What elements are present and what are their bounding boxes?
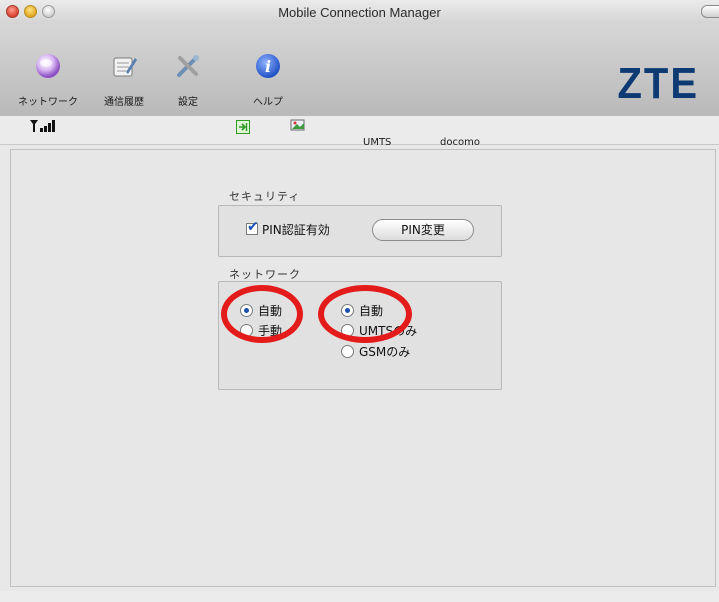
toolbar-network-label: ネットワーク [18,97,78,108]
toolbar-help-label: ヘルプ [253,97,283,108]
toolbar-history-label: 通信履歴 [104,97,144,108]
brand-logo: ZTE [617,60,699,108]
history-notepad-icon [113,57,137,77]
type-gsm-label: GSMのみ [359,345,411,359]
toolbar-settings-label: 設定 [178,97,198,108]
annotation-circle-type [318,285,412,343]
operator-label: docomo [440,137,480,148]
title-bar: Mobile Connection Manager [0,0,719,24]
pin-enabled-label: PIN認証有効 [262,223,330,237]
svg-text:i: i [265,57,271,76]
toolbar-network-button[interactable]: ネットワーク [0,24,96,116]
connect-icon [236,120,250,134]
checkmark-icon: ✔ [247,219,259,235]
annotation-circle-mode [221,285,303,343]
message-icon [290,119,305,131]
network-group-label: ネットワーク [229,268,301,281]
pin-change-button[interactable]: PIN変更 [372,219,474,241]
main-panel: セキュリティ ✔ PIN認証有効 PIN変更 ネットワーク 自動 手動 自動 U… [10,149,716,587]
toolbar: ネットワーク 通信履歴 設定 i ヘルプ ZTE [0,24,719,116]
security-groupbox: ✔ PIN認証有効 PIN変更 [218,205,502,257]
signal-strength-icon [30,120,55,132]
app-window: Mobile Connection Manager ネットワーク 通信履歴 設定… [0,0,719,602]
toolbar-toggle-button[interactable] [701,5,719,18]
help-info-icon: i [256,54,280,78]
toolbar-history-button[interactable]: 通信履歴 [96,24,152,116]
security-group-label: セキュリティ [229,190,301,203]
status-bar: UMTS docomo [0,116,719,148]
toolbar-help-button[interactable]: i ヘルプ [236,24,300,116]
pin-enabled-checkbox[interactable]: ✔ [246,219,259,235]
network-globe-icon [36,54,60,78]
toolbar-settings-button[interactable]: 設定 [160,24,216,116]
window-title: Mobile Connection Manager [278,5,441,20]
type-gsm-radio[interactable] [341,345,354,358]
settings-tools-icon [177,55,199,77]
bottom-bar [0,591,719,602]
network-type-label: UMTS [363,137,392,148]
